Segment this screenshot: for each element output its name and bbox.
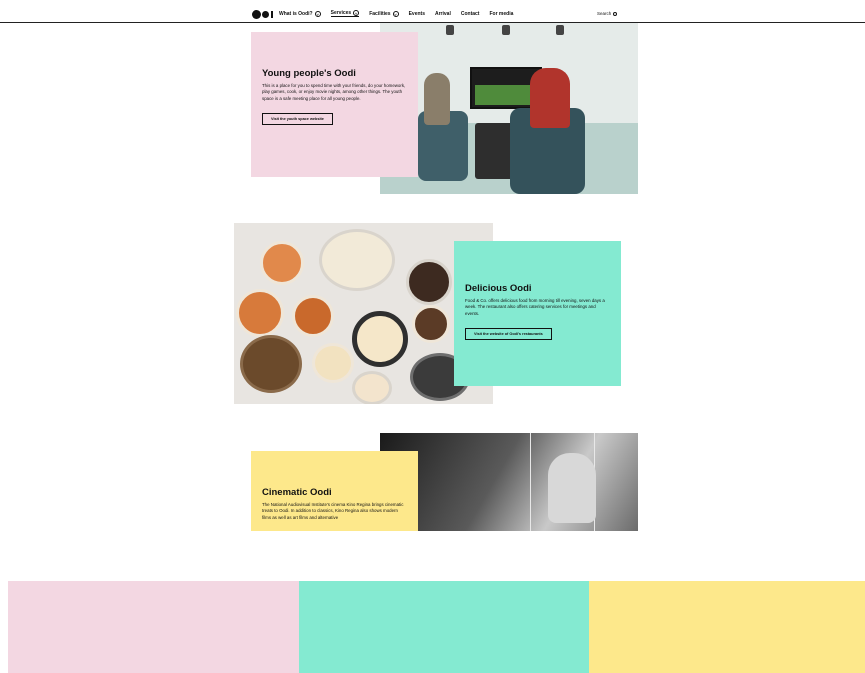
nav-item-label: What is Oodi? [279,10,313,17]
nav-item-for-media[interactable]: For media [489,10,513,17]
cinema-photo [380,433,638,531]
logo-dot-small [262,11,269,18]
football-pitch [475,85,537,105]
plate [412,305,450,343]
photo-background [380,433,638,531]
performer [548,453,596,523]
nav-item-events[interactable]: Events [409,10,425,17]
rope [530,433,531,531]
logo-dot-large [252,10,261,19]
person [424,73,450,125]
chevron-down-icon: ˅ [314,10,321,17]
footer-stripe-green [299,581,589,673]
chevron-down-icon: ˅ [353,10,360,16]
nav-item-contact[interactable]: Contact [461,10,480,17]
footer-stripe-yellow [589,581,865,673]
restaurants-button[interactable]: Visit the website of Oodi's restaurants [465,328,552,341]
ceiling-light [556,25,564,35]
page: What is Oodi? ˅ Services ˅ Facilities ˅ Events… [0,0,865,673]
nav-item-label: Contact [460,10,480,17]
cinema-title: Cinematic Oodi [262,487,332,498]
nav-item-services[interactable]: Services ˅ [330,10,360,17]
ceiling-light [502,25,510,35]
plate [312,343,354,383]
chevron-down-icon: ˅ [392,10,399,17]
nav-item-label: Facilities [369,10,391,17]
plate [352,371,392,404]
plate [260,241,304,285]
search-label: Search [597,11,612,16]
plate [240,335,302,393]
plate [236,289,284,337]
nav-item-what-is-oodi[interactable]: What is Oodi? ˅ [279,10,321,17]
food-card: Delicious Oodi Food & Co. offers delicio… [454,241,621,386]
nav-item-label: Arrival [435,10,451,17]
ceiling-light [446,25,454,35]
youth-text: This is a place for you to spend time wi… [262,83,406,101]
search-button[interactable]: Search [597,11,618,16]
plate [352,311,408,367]
food-title: Delicious Oodi [465,283,532,294]
oodi-logo[interactable] [252,10,273,19]
nav-item-label: Services [330,10,352,16]
youth-space-button[interactable]: Visit the youth space website [262,113,333,126]
nav-item-facilities[interactable]: Facilities ˅ [369,10,399,17]
youth-card: Young people's Oodi This is a place for … [251,32,418,177]
plate [406,259,452,305]
nav-item-arrival[interactable]: Arrival [435,10,451,17]
cinema-text: The National Audiovisual Institute's cin… [262,502,404,520]
nav-menu: What is Oodi? ˅ Services ˅ Facilities ˅ Events… [279,10,513,17]
footer-stripe-pink [8,581,299,673]
plate [319,229,395,291]
food-text: Food & Co. offers delicious food from mo… [465,298,605,316]
person [530,68,570,128]
logo-bar [271,11,273,18]
nav-item-label: Events [408,10,425,17]
search-icon [613,11,618,16]
plate [292,295,334,337]
nav-item-label: For media [489,10,514,17]
top-navigation: What is Oodi? ˅ Services ˅ Facilities ˅ Events… [0,0,865,23]
cinema-card: Cinematic Oodi The National Audiovisual … [251,451,418,531]
youth-title: Young people's Oodi [262,68,356,79]
youth-space-photo [380,23,638,194]
